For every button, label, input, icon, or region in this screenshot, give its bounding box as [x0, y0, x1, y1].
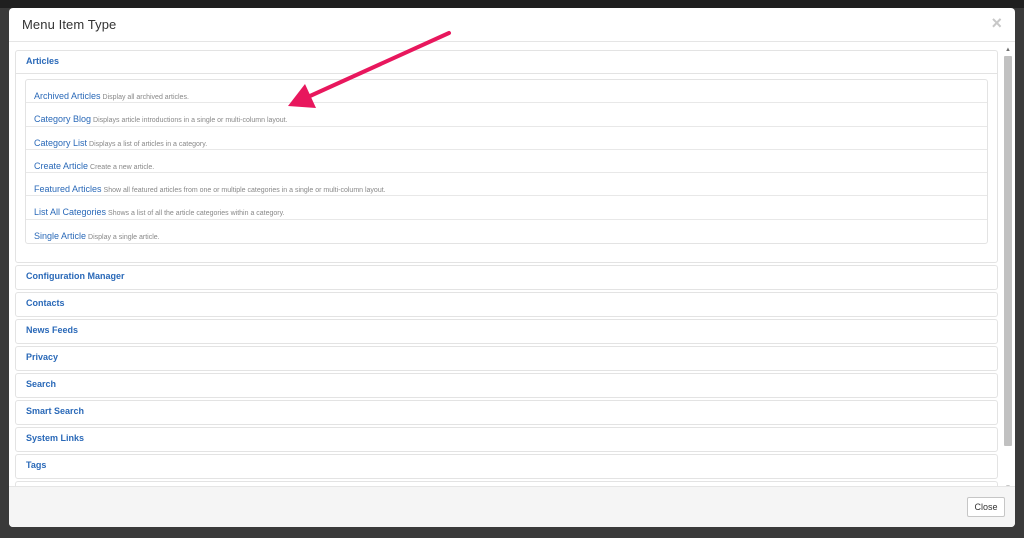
accordion-heading[interactable]: Privacy: [16, 347, 997, 370]
modal-body: Articles Archived Articles Display all arc…: [9, 42, 1015, 486]
accordion-heading[interactable]: Tags: [16, 455, 997, 478]
accordion-group: News Feeds: [15, 319, 998, 345]
close-button[interactable]: Close: [967, 497, 1005, 517]
menu-type-list: Archived Articles Display all archived ar…: [25, 79, 988, 245]
menu-type-description: Display all archived articles.: [102, 94, 189, 101]
menu-type-link[interactable]: Category Blog: [34, 114, 91, 124]
list-item[interactable]: Create Article Create a new article.: [26, 150, 987, 174]
menu-type-description: Displays a list of articles in a categor…: [89, 140, 208, 148]
accordion-group: Search: [15, 373, 998, 399]
accordion-heading[interactable]: Smart Search: [16, 401, 997, 424]
accordion-heading[interactable]: Articles: [16, 51, 997, 74]
menu-type-description: Shows a list of all the article categori…: [108, 210, 285, 218]
menu-type-link[interactable]: Single Article: [34, 231, 86, 241]
menu-type-description: Displays article introductions in a sing…: [93, 117, 288, 125]
list-item[interactable]: Featured Articles Show all featured artic…: [26, 173, 987, 197]
modal-title: Menu Item Type: [22, 17, 117, 32]
accordion-heading[interactable]: Contacts: [16, 293, 997, 316]
list-item[interactable]: Category List Displays a list of articles…: [26, 127, 987, 150]
scroll-thumb[interactable]: [1004, 56, 1012, 446]
menu-type-link[interactable]: Create Article: [34, 161, 88, 171]
accordion-group: System Links: [15, 427, 998, 453]
list-item[interactable]: Single Article Display a single article.: [26, 220, 987, 243]
accordion-group: Contacts: [15, 292, 998, 318]
modal-scrollbar[interactable]: ▲ ▼: [1003, 46, 1013, 492]
accordion-heading[interactable]: System Links: [16, 428, 997, 451]
page-backdrop: [0, 0, 1024, 8]
menu-type-link[interactable]: Category List: [34, 138, 87, 148]
accordion-group: Tags: [15, 454, 998, 480]
list-item[interactable]: Category Blog Displays article introducti…: [26, 103, 987, 127]
accordion-panel: Archived Articles Display all archived ar…: [16, 74, 997, 262]
list-item[interactable]: List All Categories Shows a list of all t…: [26, 196, 987, 220]
modal-footer: Close: [9, 486, 1015, 527]
list-item[interactable]: Archived Articles Display all archived ar…: [26, 80, 987, 104]
accordion-heading[interactable]: News Feeds: [16, 320, 997, 343]
modal-header: Menu Item Type ×: [9, 8, 1015, 42]
accordion-group: Configuration Manager: [15, 265, 998, 291]
menu-item-type-modal: Menu Item Type × Articles Archived Articl…: [9, 8, 1015, 527]
menu-type-link[interactable]: List All Categories: [34, 207, 106, 217]
accordion-group: Articles Archived Articles Display all arc…: [15, 50, 998, 264]
accordion-group: Privacy: [15, 346, 998, 372]
menu-type-accordion: Articles Archived Articles Display all arc…: [15, 50, 998, 486]
menu-type-description: Display a single article.: [88, 233, 160, 241]
accordion-group: Smart Search: [15, 400, 998, 426]
menu-type-link[interactable]: Archived Articles: [34, 91, 101, 101]
menu-type-link[interactable]: Featured Articles: [34, 184, 102, 194]
menu-type-description: Create a new article.: [90, 163, 155, 171]
menu-type-description: Show all featured articles from one or m…: [103, 187, 386, 195]
accordion-heading[interactable]: Configuration Manager: [16, 266, 997, 289]
close-icon[interactable]: ×: [991, 14, 1002, 32]
accordion-heading[interactable]: Search: [16, 374, 997, 397]
scroll-up-icon[interactable]: ▲: [1004, 46, 1012, 54]
